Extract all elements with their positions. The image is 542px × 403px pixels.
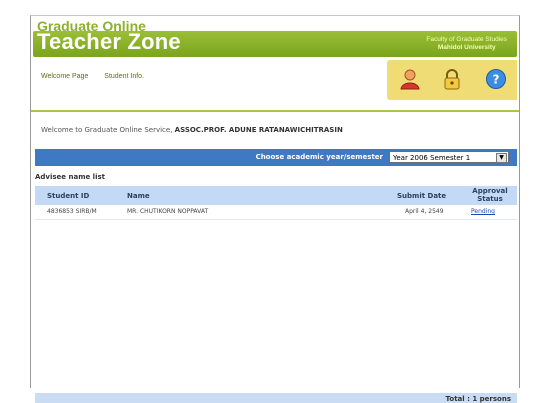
welcome-message: Welcome to Graduate Online Service, ASSO…: [41, 126, 343, 134]
help-icon[interactable]: ?: [485, 68, 507, 90]
status-pending-link[interactable]: Pending: [471, 208, 495, 215]
table-footer: Total : 1 persons: [35, 393, 517, 403]
cell-submit-date: April 4, 2549: [405, 208, 444, 215]
header-divider: [31, 110, 519, 112]
svg-text:?: ?: [493, 73, 500, 87]
table-header: Student ID Name Submit Date Approval Sta…: [35, 186, 517, 205]
brand-title: Teacher Zone: [37, 29, 181, 54]
icon-tray: ?: [387, 60, 517, 100]
header: Graduate Online Teacher Zone Faculty of …: [31, 16, 519, 112]
app-frame: Graduate Online Teacher Zone Faculty of …: [30, 15, 520, 403]
dropdown-arrow-icon[interactable]: ▼: [496, 153, 507, 163]
col-submit-date: Submit Date: [397, 192, 447, 200]
university-name: Mahidol University: [437, 44, 496, 51]
year-selector-bar: Choose academic year/semester Year 2006 …: [35, 149, 517, 166]
col-approval-status: Approval Status: [472, 187, 508, 203]
user-icon[interactable]: [399, 68, 421, 90]
cell-name: MR. CHUTIKORN NOPPAVAT: [127, 208, 209, 215]
year-selector-label: Choose academic year/semester: [255, 153, 383, 161]
top-nav: Welcome Page Student Info.: [41, 73, 158, 80]
nav-welcome-page[interactable]: Welcome Page: [41, 73, 88, 80]
advisee-table: Student ID Name Submit Date Approval Sta…: [35, 186, 517, 220]
col-name: Name: [127, 192, 150, 200]
table-row[interactable]: 4836853 SIRB/M MR. CHUTIKORN NOPPAVAT Ap…: [35, 205, 517, 220]
year-semester-value: Year 2006 Semester 1: [393, 154, 471, 162]
user-name: ASSOC.PROF. ADUNE RATANAWICHITRASIN: [174, 126, 343, 134]
nav-student-info[interactable]: Student Info.: [104, 73, 144, 80]
brand-bar: Teacher Zone Faculty of Graduate Studies…: [33, 29, 517, 57]
faculty-name: Faculty of Graduate Studies: [426, 36, 507, 43]
col-student-id: Student ID: [47, 192, 90, 200]
advisee-list-title: Advisee name list: [35, 173, 105, 181]
lock-icon[interactable]: [441, 68, 463, 90]
welcome-prefix: Welcome to Graduate Online Service,: [41, 126, 173, 134]
year-semester-select[interactable]: Year 2006 Semester 1 ▼: [389, 151, 509, 163]
cell-student-id: 4836853 SIRB/M: [47, 208, 97, 215]
faculty-label: Faculty of Graduate Studies Mahidol Univ…: [426, 36, 507, 52]
total-count: Total : 1 persons: [445, 395, 511, 403]
